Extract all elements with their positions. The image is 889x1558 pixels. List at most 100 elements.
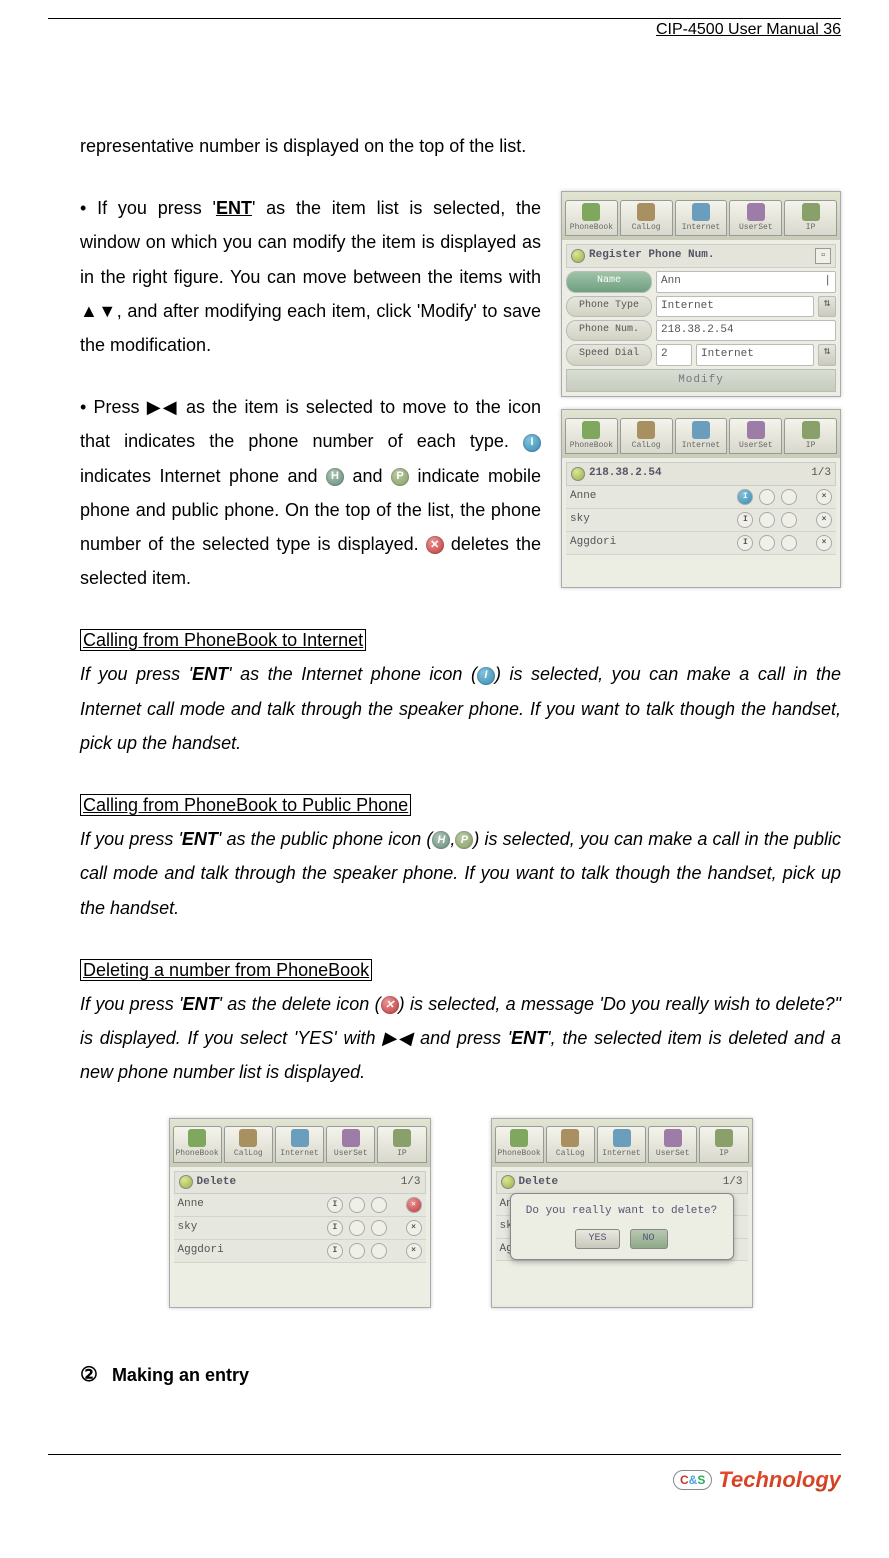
txt: ' as the item list is selected, the wind…: [80, 198, 541, 355]
field-label: Phone Type: [566, 296, 652, 317]
tab: Internet: [675, 418, 728, 454]
public-icon: P: [391, 468, 409, 486]
ent-key: ENT: [216, 198, 252, 218]
txt: If you press ': [80, 664, 192, 684]
dialog-message: Do you really want to delete?: [519, 1204, 725, 1219]
blank-icon: [349, 1197, 365, 1213]
ip-title: 218.38.2.54: [589, 466, 807, 481]
counter: 1/3: [723, 1175, 743, 1190]
blank-icon: [349, 1220, 365, 1236]
delete-icon: ×: [816, 535, 832, 551]
tab-label: IP: [806, 222, 816, 233]
tab-label: PhoneBook: [570, 440, 613, 451]
list-item: sky: [570, 512, 731, 527]
heading-making-entry: ②Making an entry: [80, 1356, 841, 1394]
icon: I: [737, 512, 753, 528]
field-value: 2: [656, 344, 692, 365]
logo-c: C: [680, 1473, 689, 1487]
field-value: Internet: [696, 344, 814, 365]
txt: ' as the Internet phone icon (: [228, 664, 477, 684]
tab-label: Internet: [280, 1148, 318, 1159]
blank-icon: [759, 512, 775, 528]
internet-icon: I: [477, 667, 495, 685]
tab: UserSet: [729, 418, 782, 454]
ent-key: ENT: [192, 664, 228, 684]
window-title: Delete: [197, 1175, 397, 1190]
dropdown-icon: ⇅: [818, 344, 836, 365]
header: CIP-4500 User Manual 36: [656, 21, 841, 39]
window-title: Delete: [519, 1175, 719, 1190]
blank-icon: [781, 489, 797, 505]
txt: ' as the public phone icon (: [218, 829, 432, 849]
blank-icon: [371, 1243, 387, 1259]
sec3-title: Deleting a number from PhoneBook: [80, 959, 372, 981]
company-logo: C&S Technology: [673, 1467, 841, 1493]
intro-para: representative number is displayed on th…: [80, 129, 841, 163]
tab: CalLog: [224, 1126, 273, 1162]
delete-icon: ×: [816, 489, 832, 505]
delete-icon: ✕: [406, 1197, 422, 1213]
icon: I: [737, 535, 753, 551]
txt: indicates Internet phone and: [80, 466, 326, 486]
blank-icon: [371, 1197, 387, 1213]
tab: PhoneBook: [173, 1126, 222, 1162]
ent-key: ENT: [511, 1028, 547, 1048]
list-item: Aggdori: [570, 535, 731, 550]
tab: Internet: [597, 1126, 646, 1162]
screenshot-delete-confirm: PhoneBook CalLog Internet UserSet IP Del…: [491, 1118, 753, 1308]
mobile-icon: H: [326, 468, 344, 486]
tab: Internet: [275, 1126, 324, 1162]
tab-label: CalLog: [234, 1148, 263, 1159]
tab: CalLog: [620, 418, 673, 454]
modify-button: Modify: [566, 369, 836, 392]
sec1-title: Calling from PhoneBook to Internet: [80, 629, 366, 651]
tab-label: UserSet: [739, 440, 773, 451]
heading-text: Making an entry: [112, 1365, 249, 1385]
counter: 1/3: [401, 1175, 421, 1190]
tab: Internet: [675, 200, 728, 236]
icon: I: [327, 1197, 343, 1213]
public-icon: P: [455, 831, 473, 849]
list-item: Anne: [178, 1197, 321, 1212]
ent-key: ENT: [182, 994, 218, 1014]
screenshot-delete-list: PhoneBook CalLog Internet UserSet IP Del…: [169, 1118, 431, 1308]
field-label: Name: [566, 271, 652, 292]
page-number: 36: [823, 21, 841, 38]
tab-label: IP: [806, 440, 816, 451]
no-button: NO: [630, 1229, 668, 1249]
tab-label: PhoneBook: [175, 1148, 218, 1159]
ent-para: • If you press 'ENT' as the item list is…: [80, 191, 541, 362]
txt: Ann: [661, 274, 681, 289]
tab-label: Internet: [682, 222, 720, 233]
tab-label: UserSet: [656, 1148, 690, 1159]
tab: UserSet: [729, 200, 782, 236]
delete-icon: ✕: [381, 996, 399, 1014]
list-item: Aggdori: [178, 1243, 321, 1258]
tab-label: IP: [397, 1148, 407, 1159]
icon: I: [327, 1243, 343, 1259]
window-title: Register Phone Num.: [589, 248, 811, 263]
blank-icon: [781, 535, 797, 551]
tab-label: Internet: [602, 1148, 640, 1159]
tab: UserSet: [648, 1126, 697, 1162]
list-item: Anne: [570, 489, 731, 504]
delete-icon: ×: [406, 1220, 422, 1236]
tab-label: PhoneBook: [497, 1148, 540, 1159]
tab: IP: [784, 418, 837, 454]
blank-icon: [349, 1243, 365, 1259]
close-icon: ▫: [815, 248, 831, 264]
yes-button: YES: [575, 1229, 619, 1249]
tab-label: CalLog: [632, 440, 661, 451]
txt: • If you press ': [80, 198, 216, 218]
confirm-dialog: Do you really want to delete? YES NO: [510, 1193, 734, 1260]
tab: IP: [377, 1126, 426, 1162]
mobile-icon: H: [432, 831, 450, 849]
tab-label: UserSet: [334, 1148, 368, 1159]
delete-icon: ×: [406, 1243, 422, 1259]
tab-label: CalLog: [556, 1148, 585, 1159]
logo-s: S: [697, 1473, 705, 1487]
tab-label: CalLog: [632, 222, 661, 233]
dropdown-icon: ⇅: [818, 296, 836, 317]
tab-label: Internet: [682, 440, 720, 451]
counter: 1/3: [811, 466, 831, 481]
